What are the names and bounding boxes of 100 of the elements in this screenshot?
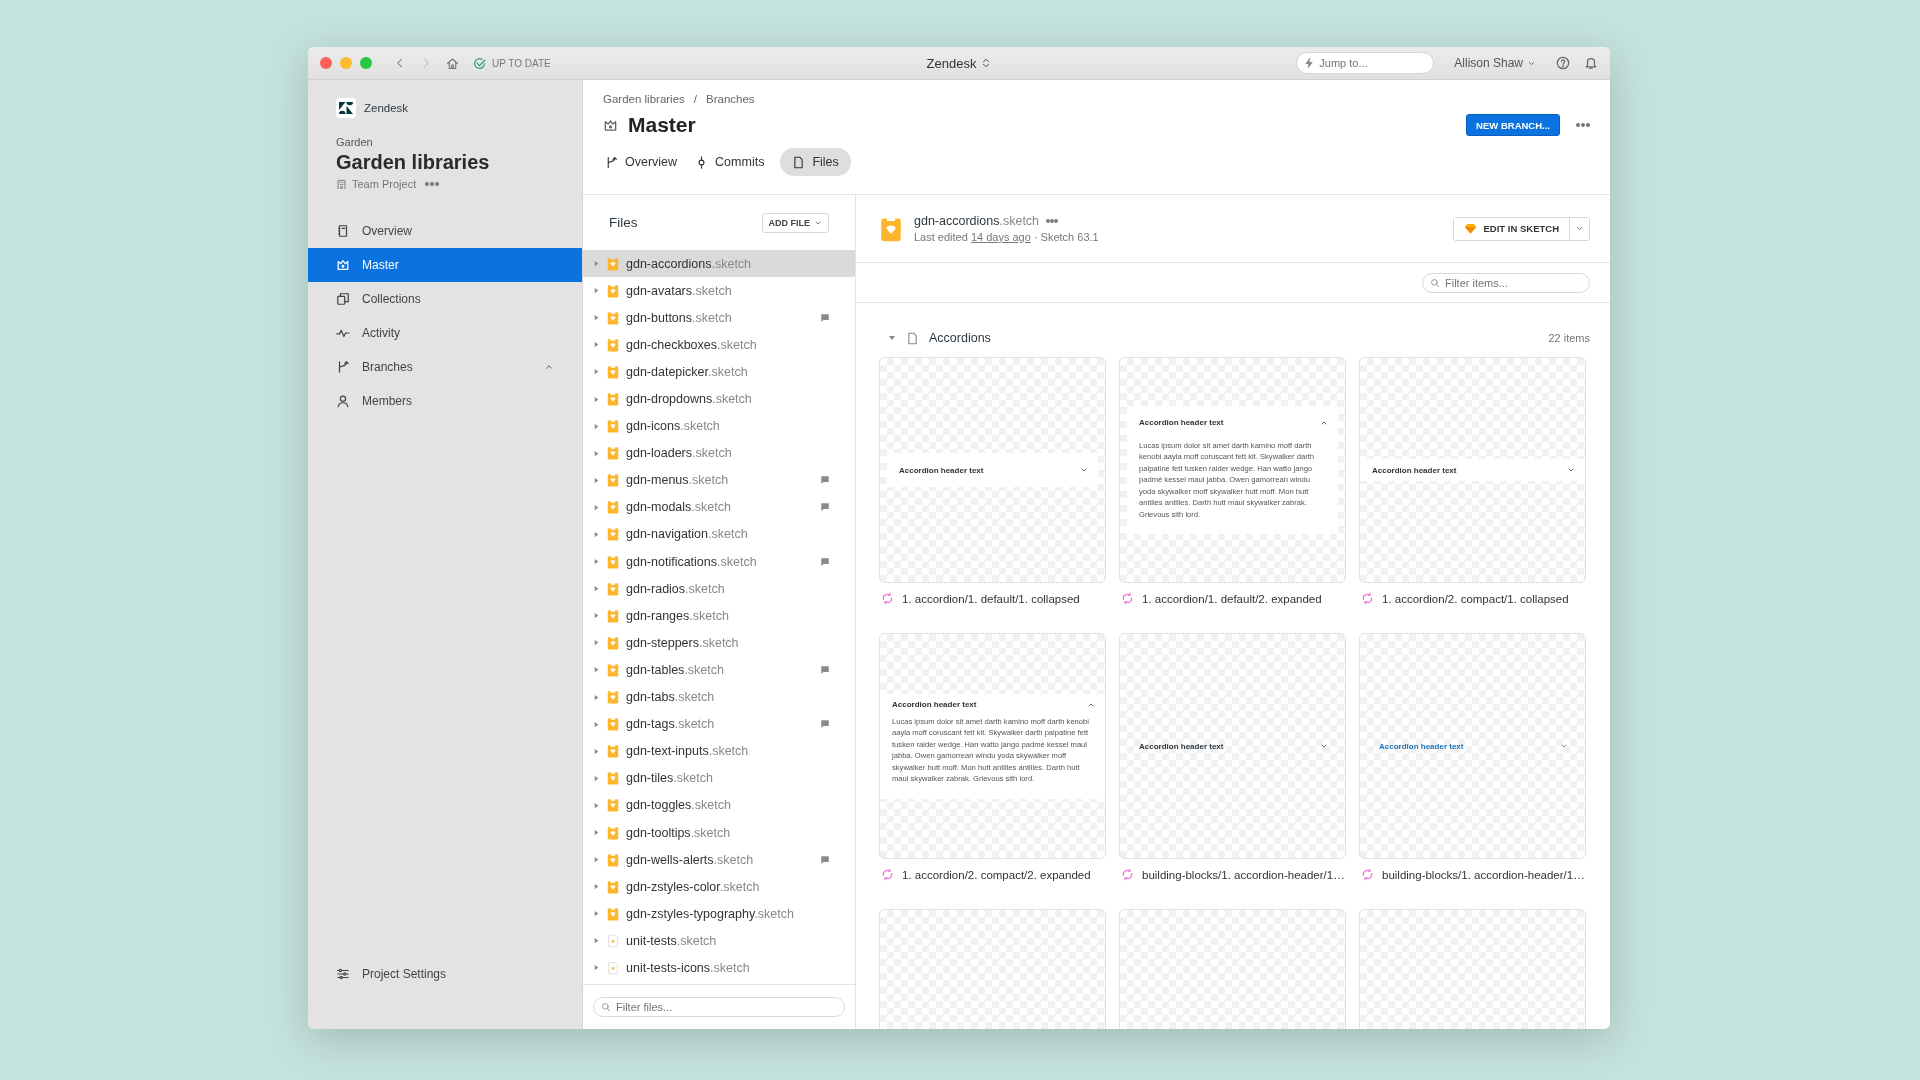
sketch-file-icon xyxy=(606,337,620,352)
comment-icon xyxy=(820,502,830,513)
sidebar-item[interactable]: Activity xyxy=(308,316,582,350)
file-row[interactable]: gdn-wells-alerts.sketch xyxy=(583,846,855,874)
file-row[interactable]: gdn-dropdowns.sketch xyxy=(583,385,855,413)
add-file-button[interactable]: ADD FILE xyxy=(761,212,829,233)
file-row[interactable]: gdn-accordions.sketch xyxy=(583,250,855,278)
crown-icon xyxy=(336,258,350,272)
expand-icon xyxy=(593,883,600,891)
tab[interactable]: Files xyxy=(780,148,851,176)
breadcrumb-link[interactable]: Garden libraries xyxy=(603,93,685,105)
artboard-thumbnail[interactable] xyxy=(879,633,1106,859)
file-row[interactable]: gdn-datepicker.sketch xyxy=(583,358,855,386)
sketch-file-icon xyxy=(606,473,620,488)
comment-icon xyxy=(820,475,830,486)
filter-files-field[interactable]: Filter files... xyxy=(593,997,845,1017)
file-row[interactable]: gdn-radios.sketch xyxy=(583,575,855,603)
file-row[interactable]: gdn-ranges.sketch xyxy=(583,602,855,630)
file-row[interactable]: gdn-tooltips.sketch xyxy=(583,818,855,847)
file-row[interactable]: gdn-menus.sketch xyxy=(583,466,855,494)
file-row[interactable]: gdn-zstyles-color.sketch xyxy=(583,873,855,901)
sidebar-item[interactable]: Overview xyxy=(308,214,582,248)
artboard-name: building-blocks/1. accordion-header/1… xyxy=(1382,868,1585,881)
symbol-icon xyxy=(1361,868,1374,881)
artboard-thumbnail[interactable] xyxy=(1119,357,1346,583)
edit-in-sketch-button[interactable]: EDIT IN SKETCH xyxy=(1453,217,1570,240)
sidebar-item[interactable]: Members xyxy=(308,384,582,418)
collapse-icon[interactable] xyxy=(888,334,896,342)
more-icon[interactable] xyxy=(1046,218,1059,224)
file-row[interactable]: gdn-notifications.sketch xyxy=(583,548,855,576)
breadcrumb-link[interactable]: Branches xyxy=(706,93,755,105)
artboard-name: 1. accordion/1. default/2. expanded xyxy=(1142,592,1322,605)
sketch-file-icon xyxy=(606,446,620,461)
document-icon xyxy=(606,933,620,948)
file-row[interactable]: gdn-text-inputs.sketch xyxy=(583,737,855,765)
zoom-button[interactable] xyxy=(360,57,372,69)
sketch-file-icon xyxy=(606,852,620,867)
sidebar-item[interactable]: Collections xyxy=(308,282,582,316)
accordion-header-text: Accordion header text xyxy=(1372,465,1457,475)
sketch-file-icon xyxy=(606,771,620,786)
artboard-thumbnail[interactable]: Accordion header text xyxy=(1359,633,1586,859)
new-branch-button[interactable]: NEW BRANCH... xyxy=(1466,114,1560,136)
artboard-thumbnail[interactable]: Accordion header text xyxy=(1119,633,1346,859)
artboard-thumbnail[interactable]: Accordion header text xyxy=(879,357,1106,583)
more-icon[interactable] xyxy=(1576,122,1590,128)
symbol-icon xyxy=(881,592,894,605)
file-row[interactable]: gdn-zstyles-typography.sketch xyxy=(583,900,855,928)
file-row[interactable]: gdn-modals.sketch xyxy=(583,493,855,521)
file-row[interactable]: gdn-loaders.sketch xyxy=(583,439,855,467)
file-row[interactable]: gdn-navigation.sketch xyxy=(583,520,855,549)
file-row[interactable]: gdn-checkboxes.sketch xyxy=(583,331,855,359)
building-icon xyxy=(336,178,347,190)
person-icon xyxy=(336,394,350,408)
branch-icon xyxy=(605,155,618,169)
edited-link[interactable]: 14 days ago xyxy=(970,231,1031,243)
close-button[interactable] xyxy=(320,57,332,69)
sketch-file-icon xyxy=(606,283,620,298)
tab[interactable]: Commits xyxy=(693,148,775,176)
sidebar-item[interactable]: Master xyxy=(308,248,582,282)
file-row[interactable]: gdn-steppers.sketch xyxy=(583,629,855,657)
file-row[interactable]: gdn-icons.sketch xyxy=(583,412,855,440)
sketch-file-icon xyxy=(606,662,620,677)
expand-icon xyxy=(593,964,600,972)
sketch-file-icon xyxy=(606,717,620,732)
sketch-file-icon xyxy=(606,527,620,542)
chevron-down-icon xyxy=(1080,466,1088,474)
bell-icon[interactable] xyxy=(1584,56,1598,70)
help-icon[interactable] xyxy=(1556,56,1570,70)
expand-icon xyxy=(593,612,600,620)
file-row[interactable]: gdn-avatars.sketch xyxy=(583,277,855,305)
file-row[interactable]: gdn-buttons.sketch xyxy=(583,304,855,332)
file-row[interactable]: gdn-tags.sketch xyxy=(583,710,855,738)
filter-items-field[interactable]: Filter items... xyxy=(1422,272,1590,293)
org-name: Zendesk xyxy=(364,102,409,114)
file-row[interactable]: gdn-toggles.sketch xyxy=(583,791,855,819)
symbol-icon xyxy=(881,868,894,881)
group-name: Garden xyxy=(335,136,374,148)
artboard-thumbnail[interactable]: Accordion header text xyxy=(1359,357,1586,583)
file-row[interactable]: unit-tests.sketch xyxy=(583,927,855,955)
chevron-down-icon xyxy=(1567,466,1575,474)
file-meta: Last edited 14 days ago · Sketch 63.1 xyxy=(914,231,1099,243)
file-row[interactable]: gdn-tabs.sketch xyxy=(583,683,855,711)
file-row[interactable]: gdn-tables.sketch xyxy=(583,656,855,684)
symbol-icon xyxy=(1121,868,1134,881)
file-row[interactable]: unit-tests-icons.sketch xyxy=(583,954,855,982)
accordion-header-text: Accordion header text xyxy=(892,700,977,709)
sketch-file-icon xyxy=(606,798,620,813)
home-icon[interactable] xyxy=(446,56,459,70)
sidebar-item[interactable]: Branches xyxy=(308,350,582,384)
comment-icon xyxy=(820,854,830,865)
project-settings-link[interactable]: Project Settings xyxy=(308,957,582,991)
expand-icon xyxy=(593,747,600,755)
user-menu[interactable]: Allison Shaw xyxy=(1448,55,1542,71)
sketch-file-icon xyxy=(606,581,620,596)
file-row[interactable]: gdn-tiles.sketch xyxy=(583,764,855,792)
tab[interactable]: Overview xyxy=(603,148,688,176)
expand-icon xyxy=(593,585,600,593)
artboard-name: 1. accordion/2. compact/2. expanded xyxy=(902,868,1091,881)
jump-to-field[interactable]: Jump to... xyxy=(1296,52,1435,74)
more-icon[interactable] xyxy=(425,181,440,187)
